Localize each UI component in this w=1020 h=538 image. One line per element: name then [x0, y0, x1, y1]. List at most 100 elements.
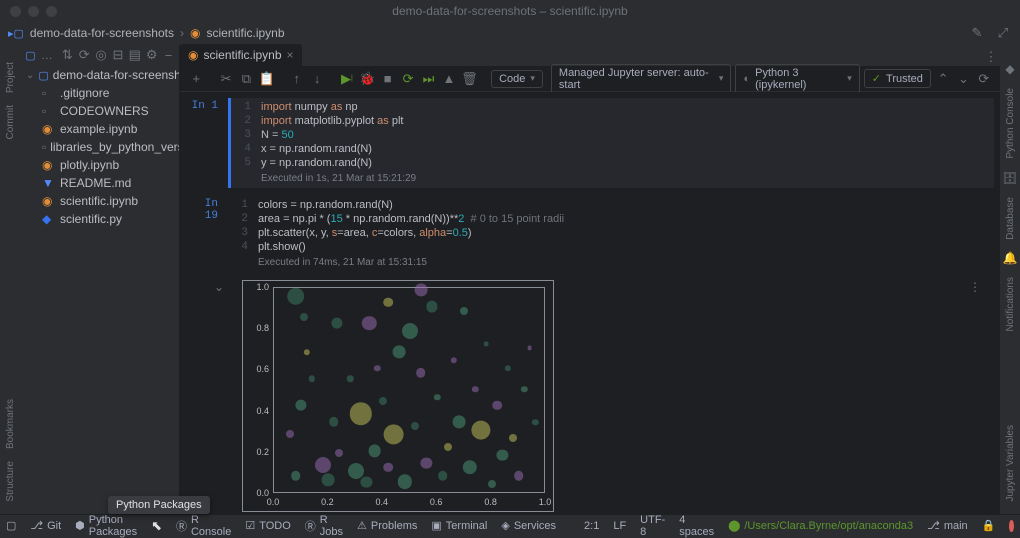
more-icon[interactable]: ⋮: [982, 48, 1000, 66]
cell-type-dropdown[interactable]: Code▾: [491, 70, 543, 88]
branch-icon: ⎇: [927, 519, 940, 532]
bell-icon[interactable]: 🔔: [1003, 251, 1017, 265]
tooltip: Python Packages: [108, 496, 210, 514]
check-circle-icon: ⬤: [728, 519, 740, 532]
copy-icon[interactable]: ⧉: [238, 70, 254, 88]
gear-icon[interactable]: ⚙: [145, 46, 158, 64]
refresh-icon[interactable]: ⟳: [976, 70, 992, 88]
sb-git[interactable]: ⎇Git: [30, 519, 61, 532]
target-icon[interactable]: ◎: [95, 46, 108, 64]
file-icon: ◉: [42, 194, 56, 208]
chevron-down-icon[interactable]: ⌄: [26, 70, 34, 81]
code-cell[interactable]: In 191colors = np.random.rand(N)2area = …: [186, 196, 994, 272]
tree-file[interactable]: ◉scientific.ipynb: [20, 192, 179, 210]
sb-problems[interactable]: ⚠Problems: [357, 519, 417, 532]
edit-icon[interactable]: ✎: [968, 24, 986, 42]
hide-icon[interactable]: −: [162, 46, 175, 64]
tree-file[interactable]: ▫CODEOWNERS: [20, 102, 179, 120]
cut-icon[interactable]: ✂: [218, 70, 234, 88]
clear-output-icon[interactable]: ▲: [441, 70, 457, 88]
breadcrumb-file[interactable]: scientific.ipynb: [206, 26, 284, 40]
lock-icon[interactable]: 🔒: [982, 519, 996, 532]
python-icon: ◐: [743, 73, 750, 85]
file-icon: ◆: [42, 212, 56, 226]
tool-commit[interactable]: Commit: [5, 105, 16, 139]
sync-icon[interactable]: ⇅: [61, 46, 74, 64]
run-cell-icon[interactable]: ▶|: [339, 70, 355, 88]
status-bar: ▢ ⎇Git ⬢Python Packages ⬉ ⓇR Console ☑TO…: [0, 514, 1020, 536]
close-icon[interactable]: ×: [287, 48, 294, 62]
project-sidebar: ▢ … ⇅ ⟳ ◎ ⊟ ▤ ⚙ − ⌄ ▢ demo-data-for-scre…: [20, 44, 180, 514]
move-up-icon[interactable]: ↑: [289, 70, 305, 88]
sb-packages[interactable]: ⬢Python Packages: [75, 514, 137, 538]
tree-file[interactable]: ▫libraries_by_python_version.csv: [20, 138, 179, 156]
file-tree[interactable]: ⌄ ▢ demo-data-for-screenshots ~/Data ▫.g…: [20, 66, 179, 228]
jupyter-icon: ◉: [188, 48, 198, 62]
refresh-icon[interactable]: ⟳: [78, 46, 91, 64]
tree-file[interactable]: ▫.gitignore: [20, 84, 179, 102]
tool-notifications[interactable]: Notifications: [1005, 277, 1016, 331]
sb-terminal[interactable]: ▣Terminal: [431, 519, 487, 532]
tool-database[interactable]: Database: [1005, 197, 1016, 240]
sb-position[interactable]: 2:1: [584, 520, 599, 532]
tool-structure[interactable]: Structure: [5, 461, 16, 502]
collapse-output-icon[interactable]: ⌄: [214, 280, 224, 294]
tree-file[interactable]: ◆scientific.py: [20, 210, 179, 228]
left-tool-strip: Project Commit Bookmarks Structure: [0, 44, 20, 514]
server-dropdown[interactable]: Managed Jupyter server: auto-start▾: [551, 64, 732, 94]
file-icon: ◉: [42, 158, 56, 172]
trusted-chip[interactable]: ✓ Trusted: [864, 69, 931, 88]
tree-file[interactable]: ◉plotly.ipynb: [20, 156, 179, 174]
tree-file[interactable]: ▼README.md: [20, 174, 179, 192]
output-more-icon[interactable]: ⋮: [969, 280, 982, 294]
database-icon[interactable]: 🗄: [1003, 171, 1017, 185]
notebook-toolbar: + ✂ ⧉ 📋 ↑ ↓ ▶| 🐞 ■ ⟳ ⏭ ▲ 🗑 Code▾ Managed…: [180, 66, 1000, 92]
error-indicator[interactable]: [1009, 520, 1014, 532]
logo-icon[interactable]: ◆: [1003, 62, 1017, 76]
move-down-icon[interactable]: ↓: [309, 70, 325, 88]
sb-line-sep[interactable]: LF: [613, 520, 626, 532]
tree-file[interactable]: ◉example.ipynb: [20, 120, 179, 138]
tab-scientific[interactable]: ◉ scientific.ipynb ×: [180, 44, 302, 66]
split-icon[interactable]: ▤: [128, 46, 141, 64]
project-icon[interactable]: ▢: [24, 46, 37, 64]
sb-rjobs[interactable]: ⓇR Jobs: [305, 514, 343, 538]
breadcrumb-project[interactable]: demo-data-for-screenshots: [30, 26, 174, 40]
tree-root[interactable]: ⌄ ▢ demo-data-for-screenshots ~/Data: [20, 66, 179, 84]
sb-services[interactable]: ◈Services: [501, 519, 556, 532]
services-icon: ◈: [501, 519, 509, 532]
tool-python-console[interactable]: Python Console: [1005, 88, 1016, 159]
chevron-up-icon[interactable]: ⌃: [935, 70, 951, 88]
notebook-body[interactable]: ✓ In 11import numpy as np2import matplot…: [180, 92, 1000, 514]
file-icon: ▫: [42, 140, 46, 154]
tab-label: scientific.ipynb: [203, 48, 281, 62]
tool-bookmarks[interactable]: Bookmarks: [5, 399, 16, 449]
debug-icon[interactable]: 🐞: [359, 70, 375, 88]
collapse-icon[interactable]: ⊟: [112, 46, 125, 64]
restart-icon[interactable]: ⟳: [400, 70, 416, 88]
sb-branch[interactable]: ⎇main: [927, 519, 968, 532]
chevron-down-icon[interactable]: ⌄: [955, 70, 971, 88]
delete-icon[interactable]: 🗑: [461, 70, 478, 88]
add-cell-icon[interactable]: +: [188, 70, 204, 88]
hide-tools-icon[interactable]: ▢: [6, 519, 16, 532]
paste-icon[interactable]: 📋: [259, 70, 275, 88]
sb-indent[interactable]: 4 spaces: [679, 514, 714, 538]
sb-interpreter[interactable]: ⬤/Users/Clara.Byrne/opt/anaconda3: [728, 519, 913, 532]
terminal-icon: ▣: [431, 519, 441, 532]
jupyter-icon: ◉: [190, 26, 200, 40]
file-icon: ▫: [42, 104, 56, 118]
kernel-dropdown[interactable]: ◐ Python 3 (ipykernel)▾: [735, 64, 859, 94]
run-all-icon[interactable]: ⏭: [420, 70, 436, 88]
code-cell[interactable]: In 11import numpy as np2import matplotli…: [186, 98, 994, 188]
r-icon: Ⓡ: [176, 518, 187, 534]
tool-jupyter-variables[interactable]: Jupyter Variables: [1005, 425, 1016, 502]
sb-todo[interactable]: ☑TODO: [245, 519, 290, 532]
stop-icon[interactable]: ■: [380, 70, 396, 88]
sb-rconsole[interactable]: ⓇR Console: [176, 514, 231, 538]
sb-encoding[interactable]: UTF-8: [640, 514, 665, 538]
expand-icon[interactable]: ⤢: [994, 24, 1012, 42]
file-icon: ▫: [42, 86, 56, 100]
window-controls[interactable]: [10, 6, 57, 17]
tool-project[interactable]: Project: [5, 62, 16, 93]
